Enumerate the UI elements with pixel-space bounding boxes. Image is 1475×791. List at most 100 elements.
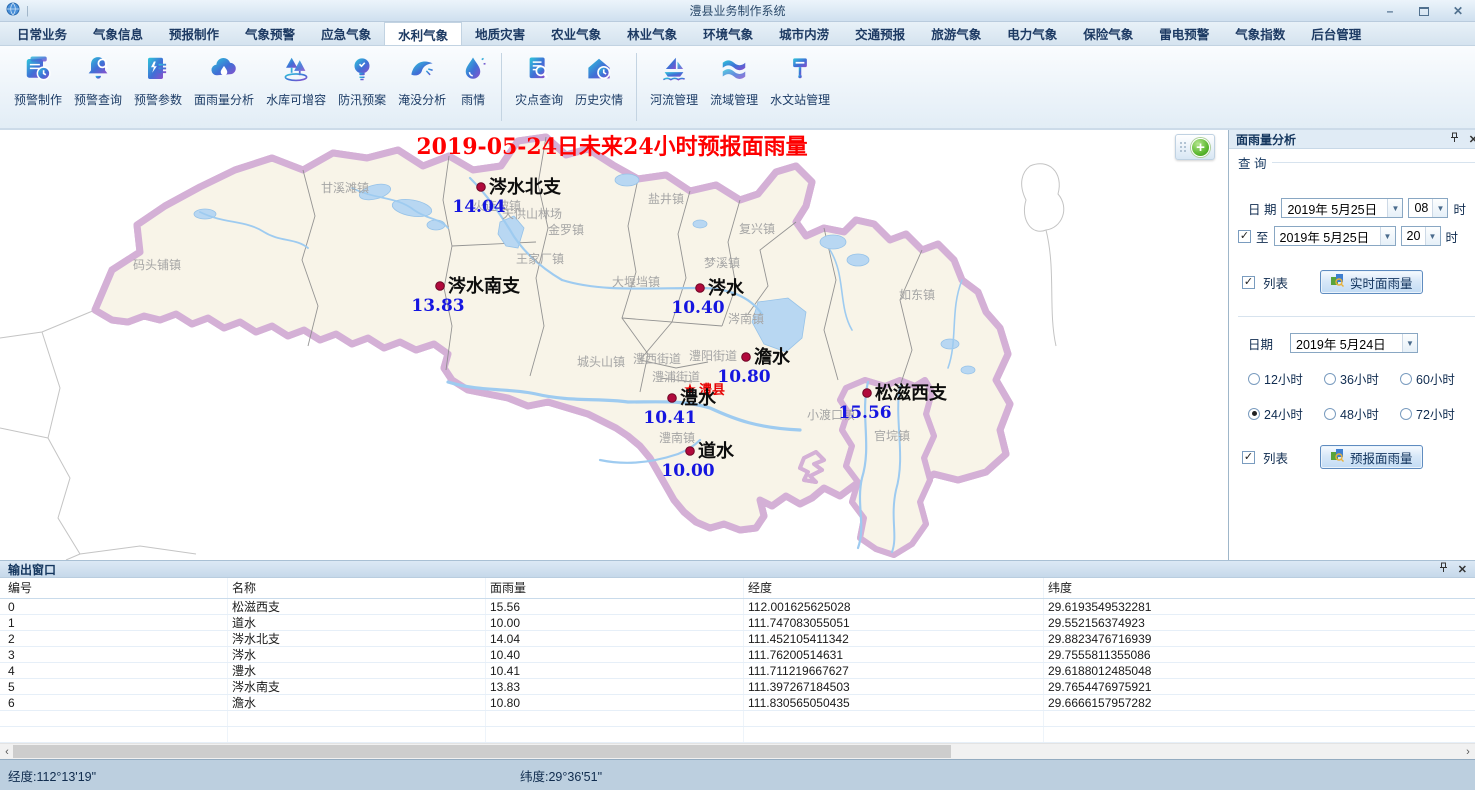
- station-dot[interactable]: [742, 353, 751, 362]
- forecast-rainfall-button[interactable]: 预报面雨量: [1320, 445, 1423, 469]
- pin-icon[interactable]: [1450, 132, 1459, 146]
- forecast-date-select[interactable]: 2019年 5月24日▼: [1290, 333, 1418, 353]
- toolbar-button-alert-search[interactable]: 预警查询: [68, 53, 128, 109]
- forecast-date-label: 日期: [1248, 334, 1273, 353]
- menu-bar: 日常业务气象信息预报制作气象预警应急气象水利气象地质灾害农业气象林业气象环境气象…: [0, 22, 1475, 46]
- station-dot[interactable]: [668, 394, 677, 403]
- menu-tab-3[interactable]: 预报制作: [156, 22, 232, 45]
- to-checkbox[interactable]: ✓: [1238, 230, 1251, 243]
- duration-radio-group: 12小时 36小时 60小时 24小时48小时72小时: [1248, 369, 1475, 423]
- hydrostation-manage-icon: [785, 54, 815, 87]
- realtime-rainfall-button[interactable]: 实时面雨量: [1320, 270, 1423, 294]
- toolbar-button-reservoir-capacity[interactable]: 水库可增容: [260, 53, 332, 109]
- town-label: 澧西街道: [633, 352, 681, 366]
- toolbar-button-river-manage[interactable]: 河流管理: [644, 53, 704, 109]
- map-canvas[interactable]: 甘溪滩镇火连坡镇天供山林场金罗镇盐井镇复兴镇码头铺镇王家厂镇大堰垱镇梦溪镇涔南镇…: [0, 130, 1228, 560]
- table-row[interactable]: 6澹水10.80111.83056505043529.6666157957282: [0, 695, 1475, 711]
- menu-tab-18[interactable]: 后台管理: [1298, 22, 1374, 45]
- menu-tab-5[interactable]: 应急气象: [308, 22, 384, 45]
- table-row[interactable]: 2涔水北支14.04111.45210541134229.88234767169…: [0, 631, 1475, 647]
- close-button[interactable]: ✕: [1451, 5, 1465, 17]
- menu-tab-2[interactable]: 气象信息: [80, 22, 156, 45]
- scrollbar-thumb[interactable]: [13, 745, 951, 758]
- station-dot[interactable]: [436, 282, 445, 291]
- toolbar-button-basin-manage[interactable]: 流域管理: [704, 53, 764, 109]
- town-label: 复兴镇: [739, 222, 775, 236]
- radio-icon: [1248, 408, 1260, 420]
- menu-tab-13[interactable]: 旅游气象: [918, 22, 994, 45]
- toolbar-button-alert-params[interactable]: 预警参数: [128, 53, 188, 109]
- duration-radio-60小时[interactable]: 60小时: [1400, 369, 1475, 388]
- pin-icon[interactable]: [1439, 562, 1448, 576]
- output-close-icon[interactable]: ✕: [1458, 563, 1467, 576]
- table-row[interactable]: 1道水10.00111.74708305505129.552156374923: [0, 615, 1475, 631]
- menu-tab-14[interactable]: 电力气象: [994, 22, 1070, 45]
- start-date-select[interactable]: 2019年 5月25日▼: [1281, 198, 1403, 218]
- disaster-history-icon: [584, 54, 614, 87]
- start-hour-select[interactable]: 08▼: [1408, 198, 1448, 218]
- table-cell: 13.83: [486, 679, 744, 694]
- table-row[interactable]: 4澧水10.41111.71121966762729.6188012485048: [0, 663, 1475, 679]
- town-label: 梦溪镇: [704, 256, 740, 270]
- table-row[interactable]: 0松滋西支15.56112.00162562502829.61935495322…: [0, 599, 1475, 615]
- maximize-button[interactable]: [1419, 7, 1429, 16]
- table-cell: 涔水北支: [228, 631, 486, 646]
- table-cell: [1044, 711, 1475, 726]
- toolbar-button-disaster-history[interactable]: 历史灾情: [569, 53, 629, 109]
- scroll-right-icon[interactable]: ›: [1461, 744, 1475, 759]
- forecast-list-checkbox[interactable]: ✓: [1242, 451, 1255, 464]
- toolbar-button-rainfall-analysis[interactable]: 面雨量分析: [188, 53, 260, 109]
- table-row[interactable]: 3涔水10.40111.7620051463129.7555811355086: [0, 647, 1475, 663]
- menu-tab-10[interactable]: 环境气象: [690, 22, 766, 45]
- end-hour-select[interactable]: 20▼: [1401, 226, 1441, 246]
- menu-tab-16[interactable]: 雷电预警: [1146, 22, 1222, 45]
- minimize-button[interactable]: –: [1383, 5, 1397, 17]
- table-row[interactable]: 5涔水南支13.83111.39726718450329.76544769759…: [0, 679, 1475, 695]
- menu-tab-17[interactable]: 气象指数: [1222, 22, 1298, 45]
- hour-suffix-label: 时: [1453, 199, 1466, 218]
- station-dot[interactable]: [686, 447, 695, 456]
- menu-tab-12[interactable]: 交通预报: [842, 22, 918, 45]
- duration-radio-36小时[interactable]: 36小时: [1324, 369, 1400, 388]
- station-dot[interactable]: [696, 284, 705, 293]
- station-dot[interactable]: [477, 183, 486, 192]
- toolbar-button-hydrostation-manage[interactable]: 水文站管理: [764, 53, 836, 109]
- toolbar-button-submerge-analysis[interactable]: 淹没分析: [392, 53, 452, 109]
- menu-tab-15[interactable]: 保险气象: [1070, 22, 1146, 45]
- toolbar-button-disaster-search[interactable]: 灾点查询: [509, 53, 569, 109]
- menu-tab-8[interactable]: 农业气象: [538, 22, 614, 45]
- menu-tab-11[interactable]: 城市内涝: [766, 22, 842, 45]
- menu-tab-6[interactable]: 水利气象: [384, 22, 462, 45]
- reservoir-capacity-icon: [281, 54, 311, 87]
- map-title: 2019-05-24日未来24小时预报面雨量: [416, 134, 807, 160]
- zoom-in-button[interactable]: +: [1191, 138, 1210, 157]
- table-row[interactable]: [0, 711, 1475, 727]
- duration-radio-72小时[interactable]: 72小时: [1400, 404, 1475, 423]
- horizontal-scrollbar[interactable]: ‹ ›: [0, 743, 1475, 759]
- duration-radio-24小时[interactable]: 24小时: [1248, 404, 1324, 423]
- table-header-row: 编号名称面雨量经度纬度: [0, 578, 1475, 599]
- toolbar-button-rain-info[interactable]: 雨情: [452, 53, 494, 109]
- table-row[interactable]: [0, 727, 1475, 743]
- duration-radio-48小时[interactable]: 48小时: [1324, 404, 1400, 423]
- menu-tab-1[interactable]: 日常业务: [4, 22, 80, 45]
- drag-grip-icon[interactable]: [1180, 142, 1187, 153]
- list-checkbox[interactable]: ✓: [1242, 276, 1255, 289]
- table-cell: 10.41: [486, 663, 744, 678]
- duration-radio-12小时[interactable]: 12小时: [1248, 369, 1324, 388]
- toolbar-button-flood-plan[interactable]: 防汛预案: [332, 53, 392, 109]
- scroll-left-icon[interactable]: ‹: [0, 744, 14, 759]
- menu-tab-9[interactable]: 林业气象: [614, 22, 690, 45]
- toolbar-button-alert-compose[interactable]: 预警制作: [8, 53, 68, 109]
- end-date-select[interactable]: 2019年 5月25日▼: [1274, 226, 1396, 246]
- menu-tab-7[interactable]: 地质灾害: [462, 22, 538, 45]
- menu-tab-4[interactable]: 气象预警: [232, 22, 308, 45]
- toolbar-separator: [501, 53, 502, 121]
- station-dot[interactable]: [863, 389, 872, 398]
- radio-label: 36小时: [1340, 369, 1379, 388]
- panel-close-icon[interactable]: ✕: [1469, 133, 1475, 146]
- station-value: 15.56: [838, 403, 891, 423]
- output-table: 编号名称面雨量经度纬度0松滋西支15.56112.00162562502829.…: [0, 578, 1475, 743]
- table-cell: 道水: [228, 615, 486, 630]
- column-header: 编号: [0, 578, 228, 598]
